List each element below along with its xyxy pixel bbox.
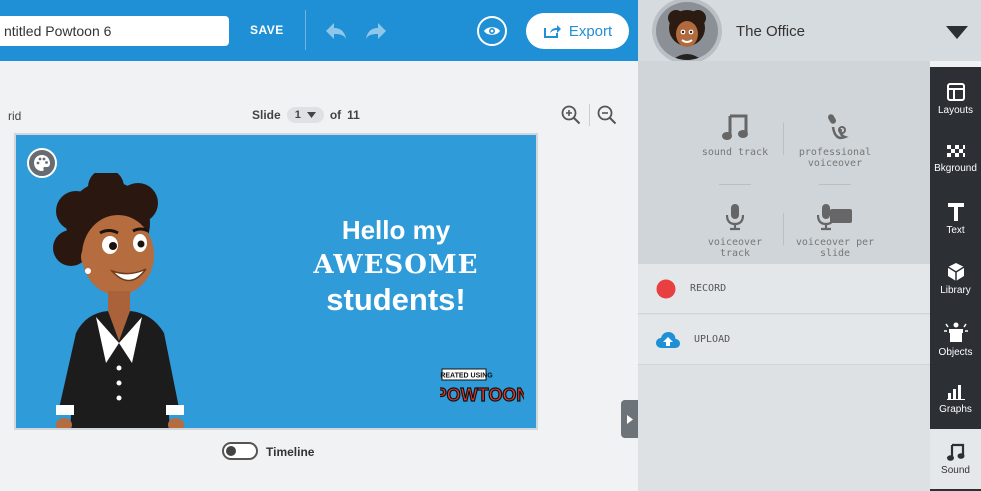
slide-total: 11 bbox=[347, 108, 360, 122]
background-icon bbox=[946, 144, 965, 157]
sound-track-option[interactable]: sound track bbox=[690, 105, 780, 158]
zoom-out-icon[interactable] bbox=[597, 105, 617, 125]
rail-item-objects[interactable]: Objects bbox=[930, 309, 981, 369]
objects-icon bbox=[943, 322, 968, 342]
cloud-upload-icon bbox=[656, 331, 680, 348]
music-note-icon bbox=[946, 443, 964, 461]
timeline-toggle[interactable] bbox=[222, 442, 258, 460]
chevron-down-icon bbox=[306, 112, 316, 118]
style-header: The Office bbox=[638, 0, 981, 64]
slide-text-line-2: AWESOME bbox=[313, 250, 479, 280]
rail-item-library[interactable]: Library bbox=[930, 249, 981, 309]
rail-label: Layouts bbox=[937, 104, 974, 116]
rail-item-sound[interactable]: Sound bbox=[930, 429, 981, 489]
mic-slide-icon bbox=[817, 204, 852, 231]
chevron-down-icon[interactable] bbox=[946, 26, 968, 39]
slide-of-label: of bbox=[329, 108, 342, 122]
style-avatar bbox=[652, 0, 722, 64]
option-divider bbox=[783, 123, 784, 155]
music-note-icon bbox=[722, 114, 748, 140]
microphone-icon bbox=[725, 204, 745, 231]
rail-item-background[interactable]: Bkground bbox=[930, 129, 981, 189]
chevron-right-icon bbox=[626, 414, 633, 424]
export-icon bbox=[543, 25, 561, 38]
slide-canvas[interactable]: Hello my AWESOME students! CREATED USING… bbox=[14, 133, 538, 430]
upload-button[interactable]: UPLOAD bbox=[638, 315, 930, 365]
svg-text:POWTOON: POWTOON bbox=[440, 385, 524, 405]
record-icon bbox=[656, 279, 676, 298]
voiceover-per-slide-option[interactable]: voiceover per slide bbox=[790, 195, 880, 259]
timeline-label: Timeline bbox=[266, 445, 315, 459]
voiceover-icon bbox=[828, 114, 849, 140]
rail-item-layouts[interactable]: Layouts bbox=[930, 69, 981, 129]
slide-label: Slide bbox=[252, 108, 281, 122]
export-button[interactable]: Export bbox=[526, 13, 629, 49]
rail-label: Text bbox=[946, 224, 965, 236]
record-label: RECORD bbox=[690, 283, 727, 294]
voiceover-track-label: voiceover track bbox=[707, 237, 763, 259]
rail-label: Bkground bbox=[934, 162, 977, 174]
save-button[interactable]: SAVE bbox=[250, 23, 284, 37]
undo-icon[interactable] bbox=[324, 20, 348, 42]
powtoon-watermark-logo: CREATED USING POWTOON bbox=[440, 368, 524, 406]
sound-track-label: sound track bbox=[701, 147, 769, 158]
style-name: The Office bbox=[736, 23, 805, 40]
option-divider bbox=[783, 213, 784, 245]
slide-number-select[interactable]: 1 bbox=[286, 107, 324, 123]
grid-toggle-label[interactable]: rid bbox=[8, 109, 21, 123]
rail-label: Sound bbox=[941, 464, 970, 476]
project-title-input[interactable] bbox=[0, 16, 229, 46]
rail-label: Graphs bbox=[939, 403, 972, 415]
zoom-in-icon[interactable] bbox=[561, 105, 581, 125]
preview-button[interactable] bbox=[477, 16, 507, 46]
top-toolbar: SAVE Export bbox=[0, 0, 638, 61]
voiceover-track-option[interactable]: voiceover track bbox=[690, 195, 780, 259]
rail-item-text[interactable]: Text bbox=[930, 189, 981, 249]
panel-collapse-tab[interactable] bbox=[621, 400, 638, 438]
slide-text-block[interactable]: Hello my AWESOME students! bbox=[296, 215, 496, 318]
option-divider bbox=[819, 184, 851, 185]
slide-current: 1 bbox=[294, 109, 301, 121]
rail-label: Library bbox=[940, 284, 971, 296]
layouts-icon bbox=[946, 82, 965, 101]
rail-label: Objects bbox=[938, 346, 973, 358]
svg-text:CREATED USING: CREATED USING bbox=[440, 373, 493, 380]
voiceover-per-slide-label: voiceover per slide bbox=[795, 237, 875, 259]
eye-icon bbox=[484, 27, 500, 35]
graphs-icon bbox=[946, 384, 965, 400]
professional-voiceover-label: professional voiceover bbox=[798, 147, 872, 169]
sound-panel: sound track professional voiceover voice… bbox=[638, 61, 930, 491]
export-label: Export bbox=[568, 22, 613, 40]
tool-rail: Layouts Bkground Text Library Objects Gr… bbox=[930, 67, 981, 491]
rail-item-graphs[interactable]: Graphs bbox=[930, 369, 981, 429]
option-divider bbox=[719, 184, 751, 185]
zoom-divider bbox=[589, 104, 590, 126]
sound-options-area bbox=[638, 61, 930, 264]
slide-text-line-1: Hello my bbox=[341, 215, 451, 245]
professional-voiceover-option[interactable]: professional voiceover bbox=[790, 105, 880, 169]
library-icon bbox=[947, 262, 964, 281]
slide-navigator: Slide 1 of 11 bbox=[252, 107, 360, 123]
upload-label: UPLOAD bbox=[694, 334, 731, 345]
toolbar-divider bbox=[305, 10, 306, 50]
slide-text-line-3: students! bbox=[326, 282, 466, 317]
character-illustration[interactable] bbox=[46, 173, 196, 430]
redo-icon[interactable] bbox=[364, 20, 388, 42]
record-button[interactable]: RECORD bbox=[638, 264, 930, 314]
text-icon bbox=[947, 202, 964, 221]
palette-icon bbox=[34, 155, 50, 171]
